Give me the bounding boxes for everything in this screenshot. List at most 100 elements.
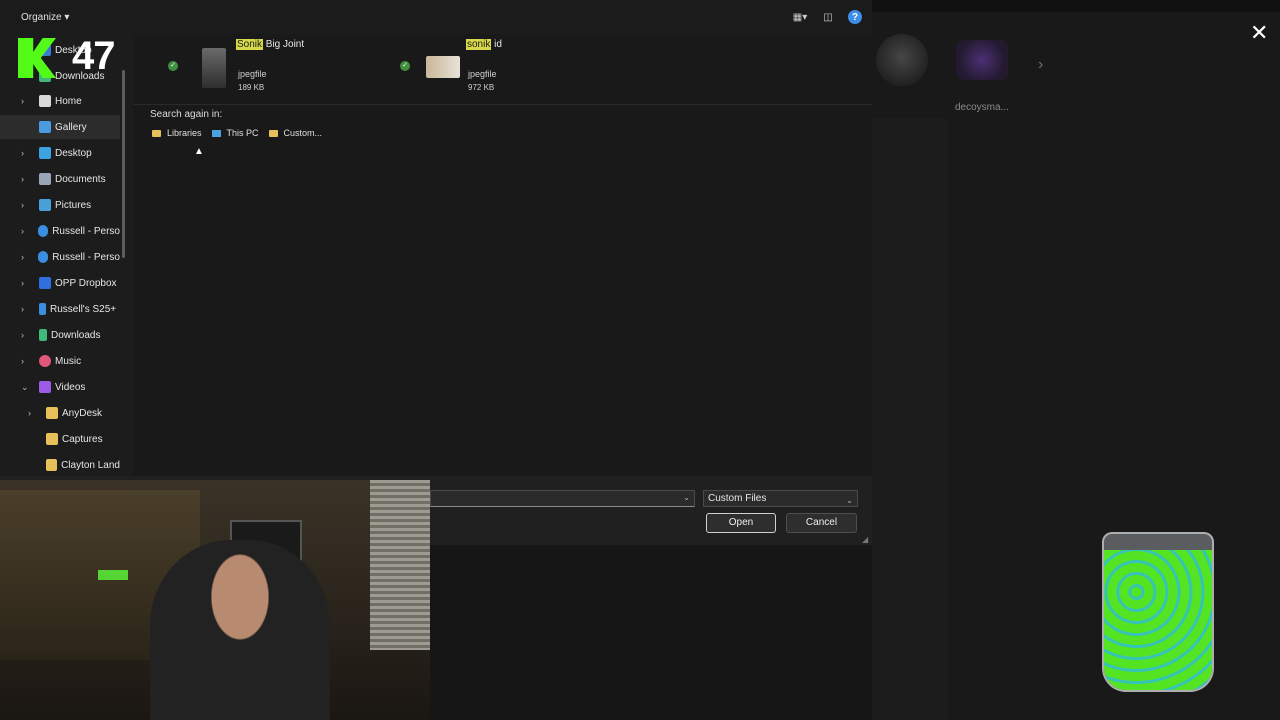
gallery-icon xyxy=(39,121,51,133)
sidebar-item-onedrive-2[interactable]: › Russell - Perso xyxy=(0,245,120,269)
avatar[interactable] xyxy=(876,34,928,86)
file-size: 972 KB xyxy=(468,83,495,92)
sidebar-item-label: Videos xyxy=(55,381,86,393)
filename-input[interactable]: ⌄ xyxy=(430,490,695,507)
search-again-locations: Libraries This PC Custom... xyxy=(152,128,322,138)
chevron-right-icon[interactable]: › xyxy=(21,96,33,106)
file-list: ✓ Sonik Big Joint jpegfile 189 KB ✓ soni… xyxy=(134,34,872,476)
file-name-rest: Big Joint xyxy=(263,39,305,50)
preview-pane-icon[interactable]: ◫ xyxy=(820,10,836,24)
sidebar-item-label: Gallery xyxy=(55,121,87,133)
search-this-pc-link[interactable]: This PC xyxy=(211,128,259,138)
file-name: sonik id xyxy=(466,39,502,50)
chevron-down-icon[interactable]: ⌄ xyxy=(846,493,853,508)
file-thumbnail xyxy=(202,48,226,88)
webcam-feed xyxy=(0,480,430,720)
file-name-rest: id xyxy=(491,39,502,50)
file-type-filter[interactable]: Custom Files ⌄ xyxy=(703,490,858,507)
sidebar-item-anydesk[interactable]: › AnyDesk xyxy=(0,401,120,425)
chevron-right-icon[interactable]: › xyxy=(21,148,33,158)
avatar[interactable] xyxy=(956,40,1008,80)
sidebar-item-label: Russell's S25+ xyxy=(50,303,117,315)
file-thumbnail xyxy=(426,56,460,78)
sidebar-item-captures[interactable]: Captures xyxy=(0,427,120,451)
chevron-right-icon[interactable]: › xyxy=(21,330,33,340)
downloads-icon xyxy=(39,329,47,341)
chevron-right-icon[interactable]: › xyxy=(21,252,32,262)
sidebar-item-gallery[interactable]: Gallery xyxy=(0,115,120,139)
search-libraries-link[interactable]: Libraries xyxy=(152,128,202,138)
tip-jar-overlay xyxy=(1102,532,1214,692)
filter-value: Custom Files xyxy=(708,493,767,504)
cancel-button[interactable]: Cancel xyxy=(786,513,857,533)
desktop-icon xyxy=(39,147,51,159)
chevron-right-icon[interactable]: › xyxy=(21,356,33,366)
sidebar-item-dropbox[interactable]: › OPP Dropbox xyxy=(0,271,120,295)
documents-icon xyxy=(39,173,51,185)
search-highlight: Sonik xyxy=(236,39,264,50)
sidebar-item-documents[interactable]: › Documents xyxy=(0,167,120,191)
videos-icon xyxy=(39,381,51,393)
chevron-right-icon[interactable]: › xyxy=(1038,56,1043,74)
sidebar-item-desktop[interactable]: › Desktop xyxy=(0,141,120,165)
help-icon[interactable]: ? xyxy=(848,10,862,24)
sidebar-scrollbar[interactable] xyxy=(122,70,125,258)
sidebar-item-home[interactable]: › Home xyxy=(0,89,120,113)
link-label: Libraries xyxy=(167,128,202,138)
file-name: Sonik Big Joint xyxy=(236,39,304,50)
chevron-right-icon[interactable]: › xyxy=(21,278,33,288)
sidebar-item-music[interactable]: › Music xyxy=(0,349,120,373)
file-type: jpegfile xyxy=(238,69,267,79)
resize-grip-icon[interactable]: ◢ xyxy=(862,535,868,544)
dropbox-icon xyxy=(39,277,51,289)
folder-icon xyxy=(45,459,58,471)
sidebar-item-onedrive-1[interactable]: › Russell - Perso xyxy=(0,219,120,243)
stream-logo-overlay: 47 xyxy=(0,28,132,88)
sync-status-icon: ✓ xyxy=(400,61,410,71)
webcam-kick-light xyxy=(98,570,128,580)
sidebar-item-downloads[interactable]: › Downloads xyxy=(0,323,120,347)
organize-button[interactable]: Organize ▾ xyxy=(21,12,69,23)
tip-jar-fill xyxy=(1104,549,1212,690)
sidebar-item-label: Russell - Perso xyxy=(52,251,120,263)
computer-icon xyxy=(211,129,221,137)
onedrive-icon xyxy=(37,225,49,237)
chevron-right-icon[interactable]: › xyxy=(21,174,33,184)
sidebar-item-pictures[interactable]: › Pictures xyxy=(0,193,120,217)
link-label: This PC xyxy=(226,128,259,138)
view-options-icon[interactable]: ▦▾ xyxy=(792,10,808,24)
chevron-right-icon[interactable]: › xyxy=(28,408,40,418)
sidebar-item-label: Downloads xyxy=(51,329,101,341)
chevron-right-icon[interactable]: › xyxy=(21,200,33,210)
chevron-down-icon[interactable]: ⌄ xyxy=(21,382,33,393)
pictures-icon xyxy=(39,199,51,211)
sidebar-item-label: Pictures xyxy=(55,199,92,211)
divider xyxy=(134,104,872,105)
onedrive-icon xyxy=(37,251,49,263)
open-button[interactable]: Open xyxy=(706,513,776,533)
chevron-right-icon[interactable]: › xyxy=(21,226,32,236)
folder-icon xyxy=(268,129,278,137)
search-highlight: sonik xyxy=(466,39,492,50)
sidebar-item-label: Desktop xyxy=(55,147,92,159)
sidebar-item-phone[interactable]: › Russell's S25+ xyxy=(0,297,120,321)
sidebar-item-label: Clayton Land xyxy=(61,459,120,471)
chevron-right-icon[interactable]: › xyxy=(21,304,33,314)
search-custom-link[interactable]: Custom... xyxy=(268,128,323,138)
file-size: 189 KB xyxy=(238,83,265,92)
file-type: jpegfile xyxy=(468,69,497,79)
sidebar-item-label: OPP Dropbox xyxy=(55,277,117,289)
file-item[interactable]: ✓ sonik id jpegfile 972 KB xyxy=(400,34,626,100)
close-icon[interactable]: ✕ xyxy=(1250,22,1268,44)
folder-icon xyxy=(152,129,161,137)
link-label: Custom... xyxy=(283,128,323,138)
chevron-down-icon[interactable]: ⌄ xyxy=(683,493,690,502)
sidebar-item-label: Documents xyxy=(55,173,106,185)
webcam-window-blinds xyxy=(370,480,430,650)
sidebar-item-clayton-land[interactable]: Clayton Land xyxy=(0,453,120,476)
file-item[interactable]: ✓ Sonik Big Joint jpegfile 189 KB xyxy=(168,34,402,100)
sidebar-item-label: Home xyxy=(55,95,82,107)
sidebar-item-label: AnyDesk xyxy=(62,407,103,419)
sidebar-item-videos[interactable]: ⌄ Videos xyxy=(0,375,120,399)
folder-icon xyxy=(46,407,58,419)
